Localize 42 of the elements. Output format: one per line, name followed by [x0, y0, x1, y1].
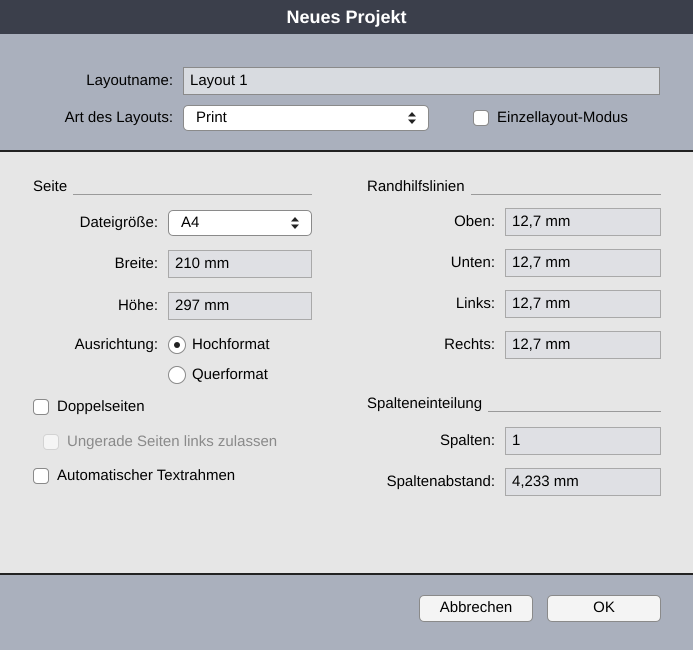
radio-button[interactable] — [168, 336, 186, 354]
column-field[interactable]: 4,233 mm — [505, 468, 661, 496]
page-size-select[interactable]: A4 — [168, 210, 312, 236]
margin-field[interactable]: 12,7 mm — [505, 249, 661, 277]
radio-label: Querformat — [192, 364, 268, 385]
checkbox[interactable] — [33, 468, 49, 484]
section-heading: Randhilfslinien — [367, 176, 465, 196]
field-label: Links: — [454, 294, 495, 314]
field-label: Unten: — [450, 252, 495, 273]
checkbox-label: Einzellayout-Modus — [497, 108, 628, 128]
field-label: Höhe: — [116, 296, 158, 316]
field-label: Rechts: — [443, 334, 495, 355]
window-title: Neues Projekt — [286, 6, 407, 29]
checkbox-label: Ungerade Seiten links zulassen — [67, 432, 278, 452]
cancel-button[interactable]: Abbrechen — [419, 595, 533, 622]
checkbox-label: Automatischer Textrahmen — [57, 466, 236, 486]
field-label: Oben: — [453, 212, 495, 232]
column-field[interactable]: 1 — [505, 427, 661, 455]
dimension-field[interactable]: 210 mm — [168, 250, 312, 278]
margin-field[interactable]: 12,7 mm — [505, 208, 661, 236]
layout-name-field[interactable]: Layout 1 — [183, 67, 660, 95]
dimension-field[interactable]: 297 mm — [168, 292, 312, 320]
checkbox[interactable] — [473, 110, 489, 126]
ok-button[interactable]: OK — [547, 595, 661, 622]
checkbox[interactable] — [33, 399, 49, 416]
radio-button[interactable] — [168, 366, 186, 384]
field-label: Spalten: — [438, 430, 495, 451]
field-label: Dateigröße: — [78, 212, 158, 233]
field-label: Layoutname: — [85, 70, 173, 91]
updown-arrows-icon — [291, 217, 299, 229]
field-label: Art des Layouts: — [64, 108, 173, 128]
section-heading: Seite — [33, 176, 68, 196]
layout-type-select[interactable]: Print — [183, 105, 429, 131]
margin-field[interactable]: 12,7 mm — [505, 331, 661, 359]
field-label: Spaltenabstand: — [386, 472, 495, 492]
field-label: Ausrichtung: — [74, 335, 158, 355]
radio-label: Hochformat — [192, 334, 270, 355]
field-label: Breite: — [114, 254, 158, 274]
updown-arrows-icon — [408, 112, 416, 124]
checkbox-label: Doppelseiten — [57, 397, 145, 417]
margin-field[interactable]: 12,7 mm — [505, 290, 661, 318]
section-heading: Spalteneinteilung — [367, 394, 482, 414]
